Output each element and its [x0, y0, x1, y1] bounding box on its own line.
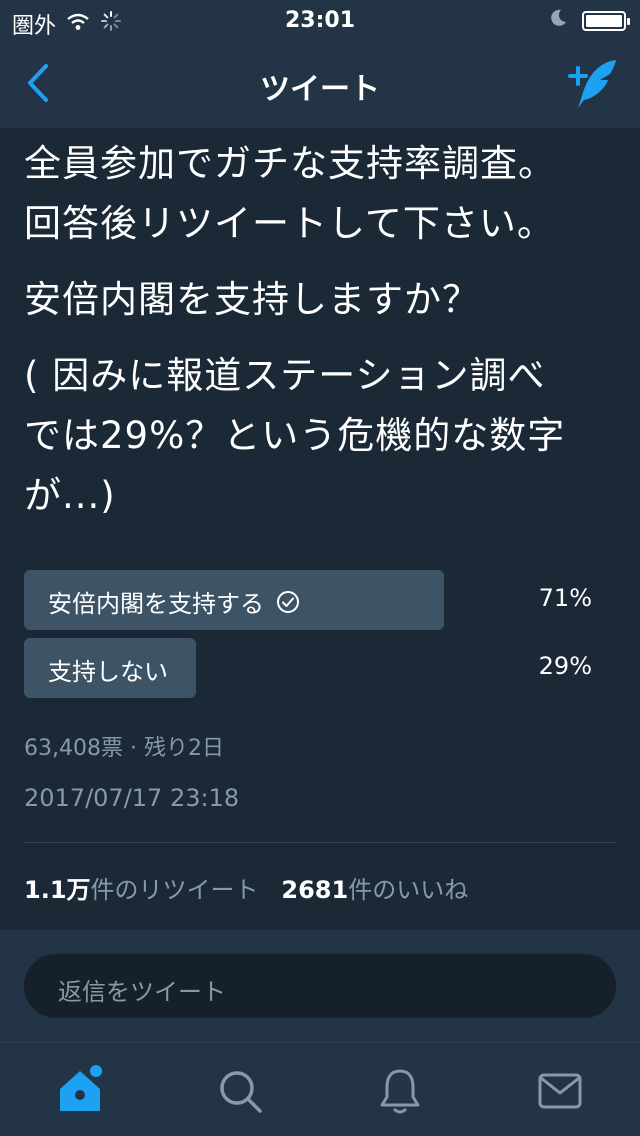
search-icon [220, 1071, 262, 1113]
nav-bar: ツイート [0, 40, 640, 128]
divider [24, 842, 616, 843]
retweet-count: 1.1万 [24, 876, 91, 904]
poll-option-label: 安倍内閣を支持する [48, 590, 264, 618]
do-not-disturb-moon-icon [548, 8, 568, 34]
tweet-line: では29%？という危機的な数字 [24, 414, 566, 457]
reply-area: 返信をツイート [0, 930, 640, 1042]
like-label: 件のいいね [348, 876, 469, 904]
tweet-line: 全員参加でガチな支持率調査。 [24, 142, 556, 185]
poll-option-label: 支持しない [48, 658, 168, 686]
poll-option-percent: 71% [538, 584, 592, 612]
tab-messages[interactable] [530, 1061, 590, 1121]
tweet-stats: 1.1万件のリツイート 2681件のいいね [24, 870, 468, 905]
tab-notifications[interactable] [370, 1061, 430, 1121]
voted-check-circle-icon [277, 590, 299, 613]
home-icon [60, 1065, 102, 1111]
status-time: 23:01 [284, 8, 356, 33]
reply-input[interactable]: 返信をツイート [24, 954, 616, 1018]
tweet-line: が...) [24, 474, 116, 517]
poll-option-percent: 29% [538, 652, 592, 680]
retweet-label: 件のリツイート [90, 876, 259, 904]
compose-tweet-button[interactable] [564, 56, 620, 112]
likes-link[interactable]: 2681件のいいね [281, 876, 468, 904]
poll-option[interactable]: 安倍内閣を支持する 71% [24, 570, 592, 630]
poll: 安倍内閣を支持する 71% 支持しない 29% [24, 570, 592, 706]
notifications-bell-icon [380, 1069, 420, 1114]
status-bar: 圏外 23:01 [0, 0, 640, 40]
tab-home[interactable] [50, 1061, 110, 1121]
poll-option[interactable]: 支持しない 29% [24, 638, 592, 698]
compose-quill-icon [568, 60, 616, 108]
retweets-link[interactable]: 1.1万件のリツイート [24, 876, 259, 904]
like-count: 2681 [281, 876, 349, 904]
tweet-timestamp: 2017/07/17 23:18 [24, 784, 240, 812]
tab-search[interactable] [210, 1061, 270, 1121]
tab-bar [0, 1042, 640, 1136]
messages-envelope-icon [538, 1073, 582, 1109]
tweet-body: 全員参加でガチな支持率調査。 回答後リツイートして下さい。 安倍内閣を支持します… [24, 134, 624, 526]
battery-icon [582, 11, 630, 31]
tweet-line: 安倍内閣を支持しますか？ [24, 278, 480, 321]
page-title: ツイート [260, 72, 380, 107]
poll-vote-count: 63,408票 · 残り2日 [24, 736, 224, 761]
tweet-line: 回答後リツイートして下さい。 [24, 202, 555, 245]
tweet-line: ( 因みに報道ステーション調べ [24, 354, 546, 397]
